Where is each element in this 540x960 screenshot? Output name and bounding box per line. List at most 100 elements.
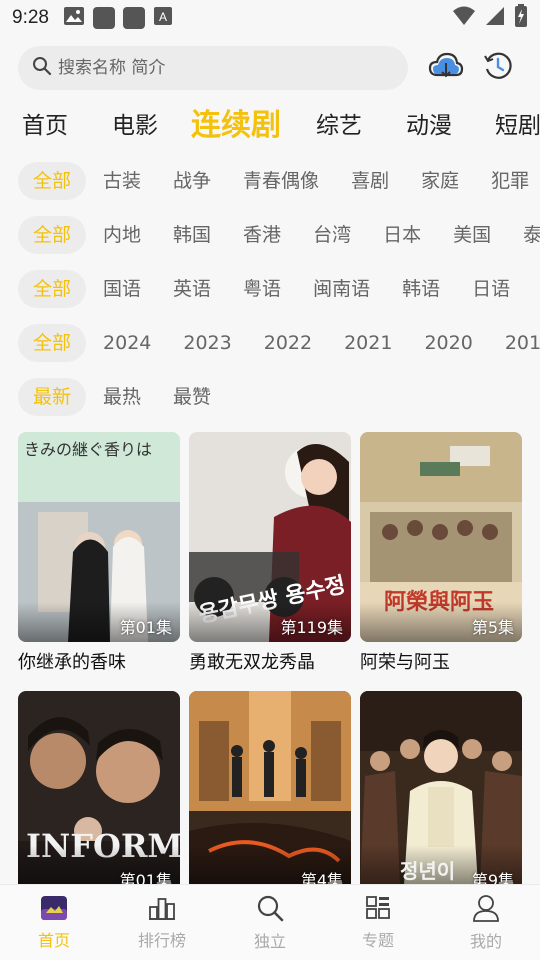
sort-chip[interactable]: 最赞: [158, 378, 226, 416]
filter-chip[interactable]: 2024: [88, 324, 166, 362]
poster-title-text: きみの継ぐ香りは: [24, 440, 153, 459]
filter-chip[interactable]: 2023: [168, 324, 246, 362]
filter-chip[interactable]: 闽南语: [298, 270, 385, 308]
status-bar: 9:28 A: [0, 0, 540, 36]
tab-anime[interactable]: 动漫: [406, 106, 452, 140]
episode-badge: 第5集: [471, 618, 514, 637]
ranking-icon: [148, 895, 176, 925]
episode-badge: 第119集: [280, 618, 343, 637]
cloud-download-icon: [428, 51, 464, 85]
filter-chip[interactable]: 家庭: [406, 162, 474, 200]
nav-home[interactable]: 首页: [0, 885, 108, 960]
nav-profile[interactable]: 我的: [432, 885, 540, 960]
filter-chip[interactable]: 全部: [18, 270, 87, 308]
history-button[interactable]: [478, 48, 518, 88]
card-title: 你继承的香味: [18, 652, 126, 673]
filter-chip[interactable]: 全部: [18, 216, 87, 254]
filter-chip[interactable]: 全部: [18, 162, 87, 200]
video-card[interactable]: 정년이 第9集: [360, 691, 522, 891]
bottom-nav: 首页 排行榜 独立 专题 我的: [0, 884, 540, 960]
tab-short-drama[interactable]: 短剧: [495, 106, 540, 140]
sort-chip[interactable]: 最热: [88, 378, 156, 416]
font-app-icon: A: [153, 6, 173, 30]
card-title: 阿荣与阿玉: [360, 652, 450, 673]
poster-title-text: 정년이: [400, 859, 456, 883]
poster: 용감무쌍 용수정 第119集: [189, 432, 351, 642]
nav-label: 独立: [253, 931, 286, 951]
episode-badge: 第9集: [471, 871, 514, 885]
filter-region-row: 全部 内地 韩国 香港 台湾 日本 美国 泰: [18, 216, 540, 254]
status-time: 9:28: [12, 7, 49, 28]
tab-movies[interactable]: 电影: [112, 106, 158, 140]
filter-chip[interactable]: 2020: [409, 324, 487, 362]
filter-chip[interactable]: 日语: [457, 270, 525, 308]
filter-sort-row: 最新 最热 最赞: [18, 378, 540, 416]
filter-chip[interactable]: 2022: [249, 324, 327, 362]
search-row: [18, 46, 528, 90]
filter-chip[interactable]: 2021: [329, 324, 407, 362]
filter-chip[interactable]: 喜剧: [336, 162, 404, 200]
app-notification-icon: [92, 7, 115, 29]
history-icon: [482, 50, 514, 86]
nav-label: 首页: [37, 930, 70, 950]
filter-chip[interactable]: 韩语: [387, 270, 455, 308]
filter-chip[interactable]: 古装: [88, 162, 156, 200]
poster: 정년이 第9集: [360, 691, 522, 885]
battery-icon: [514, 4, 528, 32]
filter-chip[interactable]: 青春偶像: [228, 162, 334, 200]
video-card[interactable]: 용감무쌍 용수정 第119集 勇敢无双龙秀晶: [189, 432, 351, 674]
filter-chip[interactable]: 泰: [508, 216, 540, 254]
filter-chip[interactable]: 战争: [158, 162, 226, 200]
grid-icon: [364, 895, 392, 925]
sort-chip[interactable]: 最新: [18, 378, 87, 416]
search-input[interactable]: [58, 58, 378, 78]
filter-year-row: 全部 2024 2023 2022 2021 2020 2019: [18, 324, 540, 362]
nav-label: 专题: [361, 930, 394, 950]
filter-chip[interactable]: 美国: [438, 216, 506, 254]
filter-language-row: 全部 国语 英语 粤语 闽南语 韩语 日语: [18, 270, 540, 308]
video-card[interactable]: 第4集: [189, 691, 351, 891]
nav-topics[interactable]: 专题: [324, 885, 432, 960]
video-card[interactable]: きみの継ぐ香りは 第01集 你继承的香味: [18, 432, 180, 674]
episode-badge: 第4集: [300, 871, 343, 885]
filter-chip[interactable]: 韩国: [158, 216, 226, 254]
search-icon: [32, 56, 52, 80]
wifi-icon: [452, 5, 476, 31]
app-notification-icon: [122, 7, 145, 29]
filter-chip[interactable]: 台湾: [298, 216, 366, 254]
filter-chip[interactable]: 英语: [158, 270, 226, 308]
poster: きみの継ぐ香りは 第01集: [18, 432, 180, 642]
main-tabs: 首页 电影 连续剧 综艺 动漫 短剧: [0, 96, 540, 148]
card-title: 勇敢无双龙秀晶: [189, 652, 315, 673]
tab-variety[interactable]: 综艺: [316, 106, 362, 140]
notification-icons: A: [63, 6, 173, 30]
poster: 阿榮與阿玉 第5集: [360, 432, 522, 642]
filter-chip[interactable]: 内地: [88, 216, 156, 254]
user-icon: [472, 894, 500, 926]
search-icon: [256, 894, 284, 926]
episode-badge: 第01集: [119, 871, 172, 885]
home-app-icon: [40, 895, 68, 925]
nav-label: 排行榜: [137, 930, 186, 950]
poster: 第4集: [189, 691, 351, 885]
nav-independent[interactable]: 独立: [216, 885, 324, 960]
filter-genre-row: 全部 古装 战争 青春偶像 喜剧 家庭 犯罪: [18, 162, 540, 200]
filter-chip[interactable]: 全部: [18, 324, 87, 362]
video-card[interactable]: INFORMA 第01集: [18, 691, 180, 891]
nav-ranking[interactable]: 排行榜: [108, 885, 216, 960]
filter-chip[interactable]: 香港: [228, 216, 296, 254]
tab-home[interactable]: 首页: [22, 106, 68, 140]
nav-label: 我的: [469, 931, 502, 951]
search-bar[interactable]: [18, 46, 408, 90]
filter-chip[interactable]: 日本: [368, 216, 436, 254]
filter-chip[interactable]: 国语: [88, 270, 156, 308]
cloud-download-button[interactable]: [426, 48, 466, 88]
filter-chip[interactable]: 犯罪: [476, 162, 540, 200]
video-card[interactable]: 阿榮與阿玉 第5集 阿荣与阿玉: [360, 432, 522, 674]
tab-series[interactable]: 连续剧: [191, 100, 281, 144]
filter-chip[interactable]: 粤语: [228, 270, 296, 308]
poster: INFORMA 第01集: [18, 691, 180, 885]
photo-icon: [63, 6, 85, 30]
svg-text:A: A: [159, 10, 167, 24]
filter-chip[interactable]: 2019: [490, 324, 540, 362]
